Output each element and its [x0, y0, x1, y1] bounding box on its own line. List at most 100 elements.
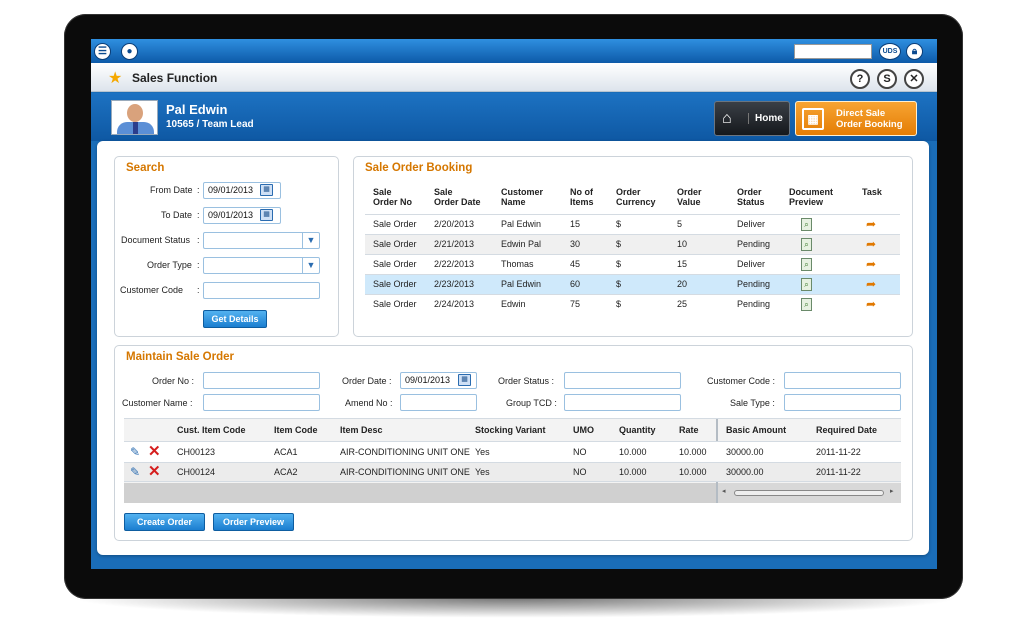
group-tcd-input[interactable]	[564, 394, 681, 411]
calendar-icon[interactable]: ▦	[260, 209, 273, 221]
col-item-code: Item Code	[274, 425, 318, 435]
scroll-thumb[interactable]	[734, 490, 884, 496]
lock-icon[interactable]: 🔒︎	[906, 43, 923, 60]
search-panel: Search From Date : 09/01/2013 ▦ To Date …	[114, 156, 339, 337]
cell-rate: 10.000	[679, 467, 707, 477]
cell-stocking-variant: Yes	[475, 447, 490, 457]
user-icon[interactable]: ●	[121, 43, 138, 60]
menu-icon[interactable]: ☰	[94, 43, 111, 60]
maintain-customer-code-label: Customer Code :	[707, 376, 776, 386]
col-customer-name: Customer Name	[501, 187, 544, 207]
order-book-icon: ▦	[802, 108, 824, 130]
create-order-button[interactable]: Create Order	[124, 513, 205, 531]
items-grid: ◂ ▸ Cust. Item Code Item Code Item Desc …	[124, 418, 901, 503]
cell-umo: NO	[573, 447, 587, 457]
document-preview-icon[interactable]: ⌕	[801, 237, 812, 251]
maintain-customer-code-input[interactable]	[784, 372, 901, 389]
booking-table: Sale Order No Sale Order Date Customer Name…	[365, 182, 900, 314]
close-button[interactable]: ✕	[904, 69, 924, 89]
customer-code-input[interactable]	[203, 282, 320, 299]
col-item-desc: Item Desc	[340, 425, 383, 435]
col-sale-order-date: Sale Order Date	[434, 187, 481, 207]
calendar-icon[interactable]: ▦	[458, 374, 471, 386]
col-umo: UMO	[573, 425, 594, 435]
direct-sale-label: Direct Sale	[836, 108, 886, 119]
customer-name-input[interactable]	[203, 394, 320, 411]
cell-quantity: 10.000	[619, 467, 647, 477]
avatar	[111, 100, 158, 135]
document-preview-icon[interactable]: ⌕	[801, 257, 812, 271]
cell-required-date: 2011-11-22	[816, 467, 861, 477]
cell-basic-amount: 30000.00	[726, 467, 764, 477]
col-no-of-items: No of Items	[570, 187, 594, 207]
order-no-input[interactable]	[203, 372, 320, 389]
order-status-input[interactable]	[564, 372, 681, 389]
col-sale-order-no: Sale Order No	[373, 187, 413, 207]
horizontal-scrollbar[interactable]: ◂ ▸	[718, 483, 901, 503]
uds-button[interactable]: UDS	[879, 43, 901, 60]
cell-item-code: ACA1	[274, 447, 298, 457]
scroll-left-icon[interactable]: ◂	[722, 487, 726, 495]
document-preview-icon[interactable]: ⌕	[801, 217, 812, 231]
table-row-selected[interactable]: Sale Order 2/23/2013 Pal Edwin 60 $20 Pending…	[365, 273, 900, 294]
col-quantity: Quantity	[619, 425, 656, 435]
col-required-date: Required Date	[816, 425, 878, 435]
customer-name-label: Customer Name :	[122, 398, 193, 408]
document-preview-icon[interactable]: ⌕	[801, 277, 812, 291]
home-icon: ⌂	[722, 110, 732, 127]
order-no-label: Order No :	[152, 376, 195, 386]
col-task: Task	[862, 187, 882, 197]
table-row[interactable]: Sale Order 2/20/2013 Pal Edwin 15 $5 Deliver …	[365, 213, 900, 234]
document-preview-icon[interactable]: ⌕	[801, 297, 812, 311]
task-icon[interactable]: ➦	[866, 298, 876, 310]
booking-title: Sale Order Booking	[365, 162, 473, 174]
sale-type-label: Sale Type :	[730, 398, 775, 408]
refresh-button[interactable]: S	[877, 69, 897, 89]
cell-rate: 10.000	[679, 447, 707, 457]
top-search-input[interactable]	[794, 44, 872, 59]
order-type-select[interactable]: ▼	[203, 257, 320, 274]
direct-sale-order-booking-button[interactable]: ▦ Direct Sale Order Booking	[795, 101, 917, 136]
order-preview-button[interactable]: Order Preview	[213, 513, 294, 531]
home-button[interactable]: ⌂ Home	[714, 101, 790, 136]
to-date-label: To Date	[161, 210, 193, 220]
edit-icon[interactable]: ✎	[130, 465, 140, 479]
delete-icon[interactable]: ✕	[148, 442, 161, 460]
order-type-label: Order Type	[147, 260, 192, 270]
group-tcd-label: Group TCD :	[506, 398, 557, 408]
chevron-down-icon[interactable]: ▼	[302, 258, 319, 273]
order-status-label: Order Status :	[498, 376, 555, 386]
search-title: Search	[126, 162, 165, 174]
delete-icon[interactable]: ✕	[148, 462, 161, 480]
table-row[interactable]: Sale Order 2/24/2013 Edwin 75 $25 Pending ⌕ ➦	[365, 293, 900, 314]
from-date-label: From Date	[150, 185, 193, 195]
edit-icon[interactable]: ✎	[130, 445, 140, 459]
task-icon[interactable]: ➦	[866, 218, 876, 230]
customer-code-label: Customer Code	[120, 285, 184, 295]
task-icon[interactable]: ➦	[866, 278, 876, 290]
star-icon: ★	[108, 70, 123, 87]
sale-type-input[interactable]	[784, 394, 901, 411]
table-row[interactable]: Sale Order 2/21/2013 Edwin Pal 30 $10 Pending…	[365, 233, 900, 254]
help-button[interactable]: ?	[850, 69, 870, 89]
col-stocking-variant: Stocking Variant	[475, 425, 546, 435]
grid-footer	[124, 483, 716, 503]
title-bar: ★ Sales Function ? S ✕	[91, 63, 937, 92]
col-rate: Rate	[679, 425, 699, 435]
cell-item-desc: AIR-CONDITIONING UNIT ONE	[340, 467, 470, 477]
chevron-down-icon[interactable]: ▼	[302, 233, 319, 248]
col-document-preview: Document Preview	[789, 187, 834, 207]
get-details-button[interactable]: Get Details	[203, 310, 267, 328]
cell-item-code: ACA2	[274, 467, 298, 477]
scroll-right-icon[interactable]: ▸	[890, 487, 894, 495]
sale-order-booking-panel: Sale Order Booking Sale Order No Sale Orde…	[353, 156, 913, 337]
document-status-select[interactable]: ▼	[203, 232, 320, 249]
task-icon[interactable]: ➦	[866, 258, 876, 270]
cell-basic-amount: 30000.00	[726, 447, 764, 457]
task-icon[interactable]: ➦	[866, 238, 876, 250]
cell-quantity: 10.000	[619, 447, 647, 457]
amend-no-input[interactable]	[400, 394, 477, 411]
table-row[interactable]: Sale Order 2/22/2013 Thomas 45 $15 Deliver ⌕ …	[365, 253, 900, 274]
cell-required-date: 2011-11-22	[816, 447, 861, 457]
calendar-icon[interactable]: ▦	[260, 184, 273, 196]
